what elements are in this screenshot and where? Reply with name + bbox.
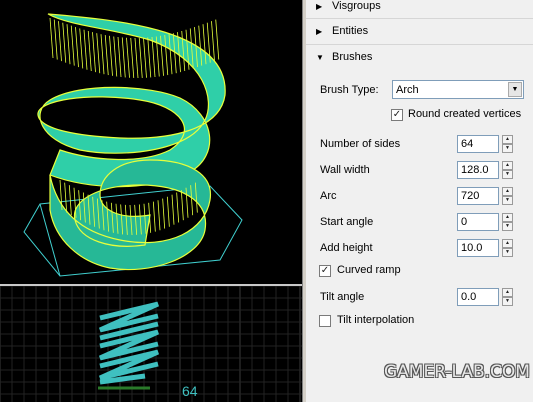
section-label: Entities: [332, 25, 369, 37]
spin-up-icon[interactable]: ▲: [502, 288, 513, 297]
add-height-input[interactable]: 10.0: [457, 239, 499, 257]
spin-down-icon[interactable]: ▼: [502, 170, 513, 179]
expand-arrow-icon: ▶: [316, 1, 323, 11]
expand-arrow-icon: ▶: [316, 26, 323, 36]
spin-up-icon[interactable]: ▲: [502, 239, 513, 248]
tilt-angle-input[interactable]: 0.0: [457, 288, 499, 306]
spin-down-icon[interactable]: ▼: [502, 144, 513, 153]
curved-ramp-label: Curved ramp: [337, 264, 401, 276]
section-visgroups[interactable]: ▶ Visgroups: [306, 0, 533, 18]
field-row: Number of sides 64 ▲ ▼: [320, 134, 525, 154]
add-height-spinner[interactable]: ▲ ▼: [502, 239, 513, 257]
2d-viewport[interactable]: 64: [0, 284, 302, 402]
wall-width-input[interactable]: 128.0: [457, 161, 499, 179]
wall-width-spinner[interactable]: ▲ ▼: [502, 161, 513, 179]
side-view-render: 64: [0, 286, 302, 402]
section-entities[interactable]: ▶ Entities: [306, 19, 533, 43]
curved-ramp-checkbox[interactable]: ✓: [319, 265, 331, 277]
section-label: Visgroups: [332, 0, 381, 12]
section-label: Brushes: [332, 51, 373, 63]
start-angle-input[interactable]: 0: [457, 213, 499, 231]
chevron-down-icon[interactable]: ▼: [508, 82, 522, 97]
start-angle-spinner[interactable]: ▲ ▼: [502, 213, 513, 231]
spiral-ramp-render: [23, 13, 243, 277]
spin-down-icon[interactable]: ▼: [502, 297, 513, 306]
section-brushes[interactable]: ▼ Brushes: [306, 45, 533, 69]
field-row: Start angle 0 ▲ ▼: [320, 212, 525, 232]
brush-type-value: Arch: [396, 83, 419, 96]
tilt-angle-spinner[interactable]: ▲ ▼: [502, 288, 513, 306]
tilt-interpolation-checkbox[interactable]: [319, 315, 331, 327]
number-of-sides-input[interactable]: 64: [457, 135, 499, 153]
spin-down-icon[interactable]: ▼: [502, 196, 513, 205]
watermark-logo: GAMER-LAB.COM: [384, 362, 530, 382]
spin-up-icon[interactable]: ▲: [502, 161, 513, 170]
round-vertices-label: Round created vertices: [408, 108, 522, 120]
3d-viewport[interactable]: [0, 0, 302, 279]
arc-input[interactable]: 720: [457, 187, 499, 205]
spin-down-icon[interactable]: ▼: [502, 222, 513, 231]
spin-down-icon[interactable]: ▼: [502, 248, 513, 257]
dimension-label: 64: [182, 383, 198, 399]
number-of-sides-spinner[interactable]: ▲ ▼: [502, 135, 513, 153]
round-vertices-checkbox[interactable]: ✓: [391, 109, 403, 121]
spin-up-icon[interactable]: ▲: [502, 187, 513, 196]
field-row: Arc 720 ▲ ▼: [320, 186, 525, 206]
spin-up-icon[interactable]: ▲: [502, 213, 513, 222]
tilt-interpolation-label: Tilt interpolation: [337, 314, 415, 326]
field-row: Tilt angle 0.0 ▲ ▼: [320, 287, 525, 307]
brush-type-select[interactable]: Arch ▼: [392, 80, 524, 99]
arc-spinner[interactable]: ▲ ▼: [502, 187, 513, 205]
tools-panel: ▶ Visgroups ▶ Entities ▼ Brushes Brush T…: [306, 0, 533, 402]
ramp-coil-upper: [37, 13, 226, 188]
spin-up-icon[interactable]: ▲: [502, 135, 513, 144]
collapse-arrow-icon: ▼: [316, 52, 324, 62]
field-row: Wall width 128.0 ▲ ▼: [320, 160, 525, 180]
field-row: Add height 10.0 ▲ ▼: [320, 238, 525, 258]
